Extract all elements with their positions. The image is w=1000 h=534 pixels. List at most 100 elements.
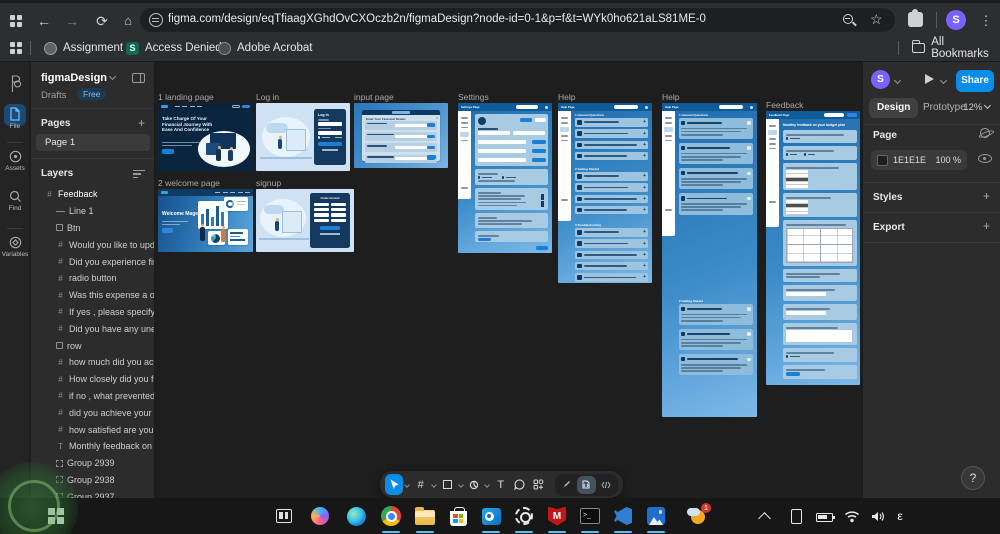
layer-row[interactable]: Was this expense a one-time occ xyxy=(31,287,154,304)
layer-row[interactable]: Group 2938 xyxy=(31,472,154,489)
vscode-button[interactable] xyxy=(611,504,635,528)
add-style-icon[interactable]: + xyxy=(983,189,990,203)
layer-row[interactable]: Group 2937 xyxy=(31,488,154,498)
settings-button[interactable] xyxy=(512,504,536,528)
layers-filter-icon[interactable] xyxy=(133,170,145,179)
frame-input-page[interactable]: × Enter Your Financial Details xyxy=(354,103,448,168)
frame-label[interactable]: Feedback xyxy=(766,100,803,110)
frame-help-collapsed[interactable]: Help Page 1 General Questions + + + + 2 Get… xyxy=(558,103,652,283)
shape-tool[interactable] xyxy=(438,474,456,495)
layer-row[interactable]: Feedback xyxy=(31,186,154,203)
frame-label[interactable]: Settings xyxy=(458,92,489,102)
tab-design[interactable]: Design xyxy=(869,98,919,118)
visibility-eye-icon[interactable] xyxy=(978,154,992,163)
figma-logo-icon[interactable] xyxy=(9,75,21,93)
minimize-panel-icon[interactable] xyxy=(132,73,145,83)
zoom-level[interactable]: 12% xyxy=(963,101,992,113)
url-text[interactable]: figma.com/design/eqTfiaagXGhdOvCXOczb2n/… xyxy=(168,13,858,25)
all-bookmarks[interactable]: All Bookmarks xyxy=(912,36,1000,60)
battery-button[interactable] xyxy=(812,504,836,528)
figma-canvas[interactable]: 1 landing page Log in input page 2 welco… xyxy=(156,62,862,498)
frame-label[interactable]: input page xyxy=(354,92,394,102)
frame-label[interactable]: Help xyxy=(558,92,575,102)
language-indicator[interactable]: ε xyxy=(888,504,912,528)
frame-label[interactable]: Log in xyxy=(256,92,279,102)
add-page-icon[interactable]: + xyxy=(138,116,145,130)
edge-button[interactable] xyxy=(344,504,368,528)
layer-row[interactable]: How closely did you follow the bu xyxy=(31,371,154,388)
pen-tool[interactable] xyxy=(465,474,483,495)
layer-row[interactable]: Btn xyxy=(31,220,154,237)
frame-welcome-page[interactable]: Welcome Maged , xyxy=(158,189,253,252)
layer-row[interactable]: If yes , please specify the type an xyxy=(31,304,154,321)
apps-grid-icon[interactable] xyxy=(10,42,22,54)
frame-feedback[interactable]: Feedback Page Monthly feedback on your b… xyxy=(766,111,860,385)
start-button[interactable] xyxy=(44,504,68,528)
store-button[interactable] xyxy=(446,504,470,528)
bookmark-access-denied[interactable]: S Access Denied xyxy=(126,39,222,57)
text-tool[interactable]: T xyxy=(492,474,510,495)
back-icon[interactable]: ← xyxy=(34,11,54,31)
forward-icon[interactable]: → xyxy=(62,11,82,31)
color-swatch[interactable] xyxy=(877,154,888,166)
actions-tool[interactable] xyxy=(530,474,548,495)
pen-tool-menu[interactable] xyxy=(484,474,491,495)
url-bar[interactable]: figma.com/design/eqTfiaagXGhdOvCXOczb2n/… xyxy=(140,8,895,32)
zoom-page-icon[interactable] xyxy=(843,14,853,24)
layer-row[interactable]: Monthly feedback on your budget xyxy=(31,438,154,455)
bookmark-assignment[interactable]: Assignment xyxy=(44,39,123,57)
browser-menu-icon[interactable]: ⋮ xyxy=(976,11,996,31)
terminal-button[interactable]: >_ xyxy=(578,504,602,528)
weather-button[interactable]: 1 xyxy=(684,503,712,528)
extensions-icon[interactable] xyxy=(908,9,923,27)
move-tool[interactable] xyxy=(385,474,404,495)
frame-landing-page[interactable]: Take Charge Of Your Financial Journey Wi… xyxy=(158,103,253,171)
page-color-row[interactable]: 1E1E1E 100 % xyxy=(871,150,967,170)
theme-icon[interactable] xyxy=(978,126,992,140)
page-item-page1[interactable]: Page 1 xyxy=(36,134,150,151)
layer-row[interactable]: how much did you actually spend xyxy=(31,354,154,371)
mcafee-button[interactable]: M xyxy=(545,504,569,528)
comment-tool[interactable] xyxy=(511,474,529,495)
add-export-icon[interactable]: + xyxy=(983,219,990,233)
present-icon[interactable] xyxy=(925,74,934,84)
bookmark-star-icon[interactable]: ☆ xyxy=(870,11,883,28)
tray-expand-button[interactable] xyxy=(752,504,776,528)
layer-row[interactable]: Group 2939 xyxy=(31,455,154,472)
rail-item-file[interactable]: File xyxy=(0,107,30,130)
layer-row[interactable]: if no , what prevented you from a xyxy=(31,388,154,405)
file-explorer-button[interactable] xyxy=(413,504,437,528)
share-button[interactable]: Share xyxy=(956,70,994,92)
chevron-down-icon[interactable] xyxy=(893,76,902,85)
reload-icon[interactable]: ⟳ xyxy=(92,11,112,31)
wifi-button[interactable] xyxy=(840,504,864,528)
phone-link-button[interactable] xyxy=(784,504,808,528)
profile-avatar[interactable]: S xyxy=(946,10,966,30)
frame-settings[interactable]: Settings Page xyxy=(458,103,552,253)
frame-label[interactable]: 2 welcome page xyxy=(158,178,220,188)
color-opacity[interactable]: 100 % xyxy=(935,155,961,165)
window-menu-icon[interactable] xyxy=(10,15,22,27)
layer-row[interactable]: how satisfied are you with the fina xyxy=(31,421,154,438)
photos-button[interactable] xyxy=(644,504,668,528)
copilot-button[interactable] xyxy=(308,504,332,528)
frame-tool-menu[interactable] xyxy=(431,474,438,495)
task-view-button[interactable] xyxy=(272,504,296,528)
rail-item-find[interactable]: Find xyxy=(0,190,30,212)
frame-label[interactable]: 1 landing page xyxy=(158,92,214,102)
rail-item-variables[interactable]: Variables xyxy=(0,236,30,258)
export-section-title[interactable]: Export xyxy=(873,222,905,233)
outlook-button[interactable] xyxy=(479,504,503,528)
help-button[interactable]: ? xyxy=(961,466,985,490)
frame-signup[interactable]: Create Account xyxy=(256,189,354,252)
chrome-button[interactable] xyxy=(379,504,403,528)
layer-row[interactable]: radio button xyxy=(31,270,154,287)
layer-row[interactable]: Line 1 xyxy=(31,203,154,220)
rail-item-assets[interactable]: Assets xyxy=(0,150,30,172)
layer-row[interactable]: row xyxy=(31,337,154,354)
frame-label[interactable]: signup xyxy=(256,178,281,188)
home-icon[interactable]: ⌂ xyxy=(118,11,138,31)
color-hex[interactable]: 1E1E1E xyxy=(893,155,926,165)
layer-row[interactable]: did you achieve your saving goal xyxy=(31,404,154,421)
volume-button[interactable] xyxy=(866,504,890,528)
